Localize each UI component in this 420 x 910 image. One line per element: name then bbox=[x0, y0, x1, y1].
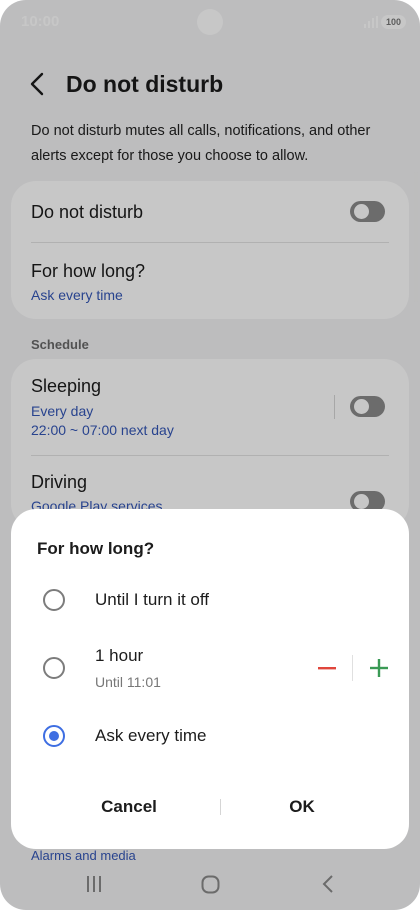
dialog-title: For how long? bbox=[37, 539, 155, 558]
option-label: Until I turn it off bbox=[95, 590, 210, 609]
ok-button[interactable]: OK bbox=[224, 787, 380, 827]
radio-button[interactable] bbox=[43, 657, 65, 679]
plus-icon[interactable] bbox=[366, 643, 392, 693]
duration-dialog: For how long? Until I turn it off 1 hour… bbox=[11, 509, 409, 849]
cancel-button[interactable]: Cancel bbox=[51, 787, 207, 827]
option-until-off[interactable]: Until I turn it off bbox=[11, 575, 409, 625]
option-one-hour[interactable]: 1 hour Until 11:01 bbox=[11, 641, 409, 697]
option-sublabel: Until 11:01 bbox=[95, 674, 161, 690]
option-label: Ask every time bbox=[95, 726, 207, 745]
radio-button[interactable] bbox=[43, 589, 65, 611]
scrollbar[interactable] bbox=[414, 172, 418, 302]
option-ask-every-time[interactable]: Ask every time bbox=[11, 711, 409, 761]
radio-button-selected[interactable] bbox=[43, 725, 65, 747]
minus-icon[interactable] bbox=[314, 643, 340, 693]
phone-screen: 10:00 100 Do not disturb Do not disturb … bbox=[0, 0, 420, 910]
divider bbox=[220, 799, 221, 815]
option-label: 1 hour bbox=[95, 646, 144, 665]
divider bbox=[352, 655, 353, 681]
